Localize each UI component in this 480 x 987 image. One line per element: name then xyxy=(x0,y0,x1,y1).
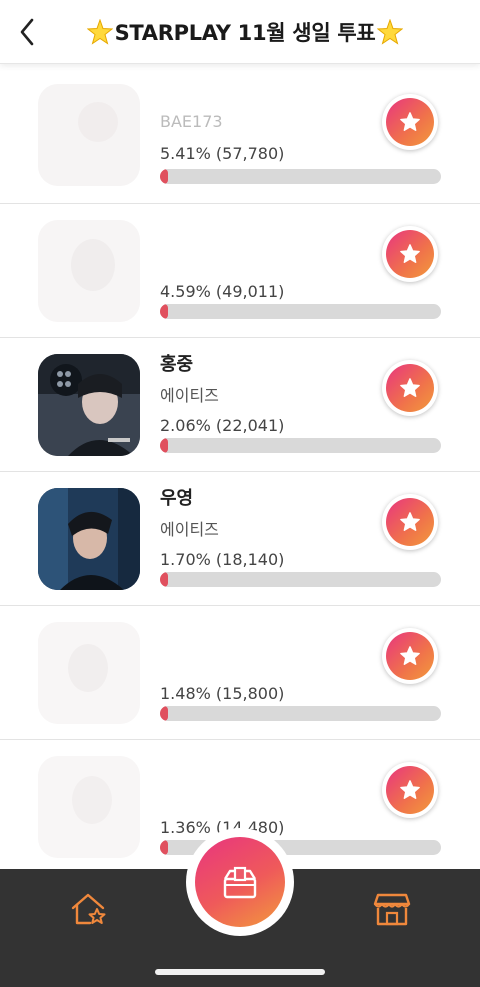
candidate-photo xyxy=(38,756,140,858)
vote-button[interactable] xyxy=(382,360,438,416)
page-title: STARPLAY 11월 생일 투표 xyxy=(114,21,376,45)
candidate-name: 홍중 xyxy=(160,354,194,375)
vote-progress-fill xyxy=(160,706,169,721)
vote-center-ring xyxy=(186,828,294,936)
ballot-box-icon xyxy=(223,866,257,899)
candidate-group: BAE173 xyxy=(160,112,223,131)
chevron-left-icon xyxy=(20,18,34,46)
vote-progress-bar xyxy=(160,169,441,184)
candidate-row: BAE173 5.41% (57,780) xyxy=(0,70,480,204)
app-header: STARPLAY 11월 생일 투표 xyxy=(0,0,480,64)
sparkle-star-icon xyxy=(377,19,404,45)
vote-button[interactable] xyxy=(382,628,438,684)
candidate-list[interactable]: BAE173 5.41% (57,780) 4.59% (49,011) 홍중 … xyxy=(0,70,480,870)
candidate-percent: 1.48% (15,800) xyxy=(160,684,285,703)
nav-home-button[interactable] xyxy=(68,889,108,929)
vote-button[interactable] xyxy=(382,94,438,150)
vote-progress-bar xyxy=(160,438,441,453)
vote-progress-fill xyxy=(160,169,169,184)
home-star-icon xyxy=(71,893,106,925)
star-icon xyxy=(400,512,420,531)
star-icon xyxy=(400,780,420,799)
candidate-percent: 5.41% (57,780) xyxy=(160,144,285,163)
star-icon xyxy=(400,112,420,131)
vote-progress-fill xyxy=(160,304,169,319)
nav-store-button[interactable] xyxy=(372,889,412,929)
vote-button[interactable] xyxy=(382,226,438,282)
candidate-group: 에이티즈 xyxy=(160,520,219,539)
vote-button[interactable] xyxy=(382,494,438,550)
home-indicator xyxy=(155,969,325,975)
candidate-row: 우영 에이티즈 1.70% (18,140) xyxy=(0,472,480,606)
candidate-group: 에이티즈 xyxy=(160,386,219,405)
candidate-row: 홍중 에이티즈 2.06% (22,041) xyxy=(0,338,480,472)
vote-button[interactable] xyxy=(382,762,438,818)
page-title-wrap: STARPLAY 11월 생일 투표 xyxy=(80,14,410,50)
candidate-photo xyxy=(38,622,140,724)
star-icon xyxy=(400,244,420,263)
back-button[interactable] xyxy=(10,14,44,50)
candidate-photo xyxy=(38,220,140,322)
star-icon xyxy=(400,378,420,397)
vote-progress-fill xyxy=(160,438,169,453)
candidate-percent: 2.06% (22,041) xyxy=(160,416,285,435)
vote-progress-bar xyxy=(160,304,441,319)
candidate-name: 우영 xyxy=(160,488,194,509)
sparkle-star-icon xyxy=(86,19,113,45)
candidate-row: 1.48% (15,800) xyxy=(0,606,480,740)
candidate-percent: 4.59% (49,011) xyxy=(160,282,285,301)
vote-progress-bar xyxy=(160,706,441,721)
vote-progress-fill xyxy=(160,572,169,587)
candidate-photo xyxy=(38,84,140,186)
store-icon xyxy=(373,893,411,926)
candidate-photo xyxy=(38,354,140,456)
candidate-percent: 1.70% (18,140) xyxy=(160,550,285,569)
ballot-box-button[interactable] xyxy=(195,837,285,927)
vote-progress-fill xyxy=(160,840,169,855)
candidate-row: 4.59% (49,011) xyxy=(0,204,480,338)
star-icon xyxy=(400,646,420,665)
candidate-photo xyxy=(38,488,140,590)
vote-progress-bar xyxy=(160,572,441,587)
